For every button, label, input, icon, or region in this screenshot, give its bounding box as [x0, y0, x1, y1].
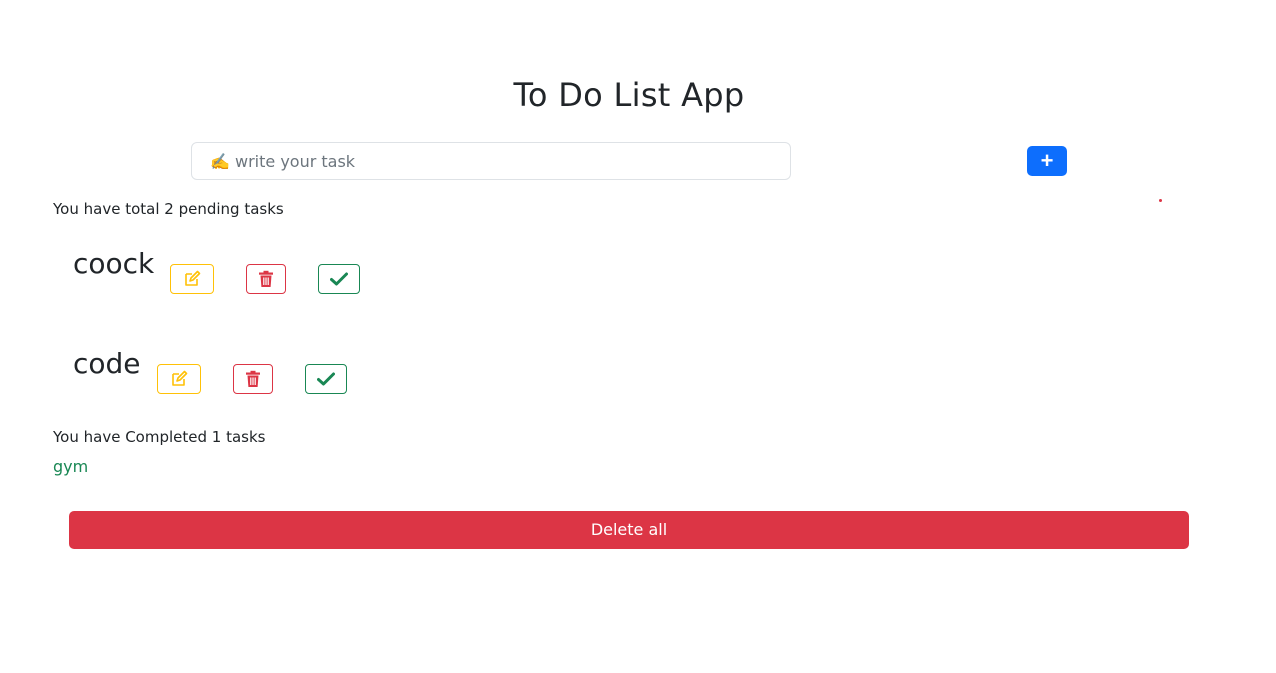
completed-task: gym — [53, 457, 89, 476]
edit-icon — [171, 370, 187, 386]
trash-icon — [259, 270, 274, 287]
task-item: coock — [73, 246, 361, 294]
pending-summary: You have total 2 pending tasks — [53, 200, 284, 218]
add-task-button[interactable]: + — [1027, 146, 1067, 176]
check-icon — [330, 272, 349, 286]
trash-icon — [245, 370, 260, 387]
page-title: To Do List App — [513, 76, 745, 114]
complete-task-button[interactable] — [304, 364, 347, 394]
task-input[interactable] — [191, 142, 791, 180]
decorative-dot — [1159, 199, 1162, 202]
delete-task-button[interactable] — [246, 264, 287, 294]
edit-icon — [185, 270, 201, 286]
task-item: code — [73, 346, 347, 394]
task-name: coock — [73, 247, 155, 280]
edit-task-button[interactable] — [156, 364, 201, 394]
delete-task-button[interactable] — [232, 364, 273, 394]
task-name: code — [73, 347, 141, 380]
todo-app: To Do List App + You have total 2 pendin… — [0, 0, 1276, 673]
check-icon — [316, 372, 335, 386]
plus-icon: + — [1040, 148, 1054, 173]
complete-task-button[interactable] — [318, 264, 361, 294]
edit-task-button[interactable] — [170, 264, 215, 294]
completed-summary: You have Completed 1 tasks — [53, 428, 266, 446]
delete-all-button[interactable]: Delete all — [69, 511, 1189, 549]
